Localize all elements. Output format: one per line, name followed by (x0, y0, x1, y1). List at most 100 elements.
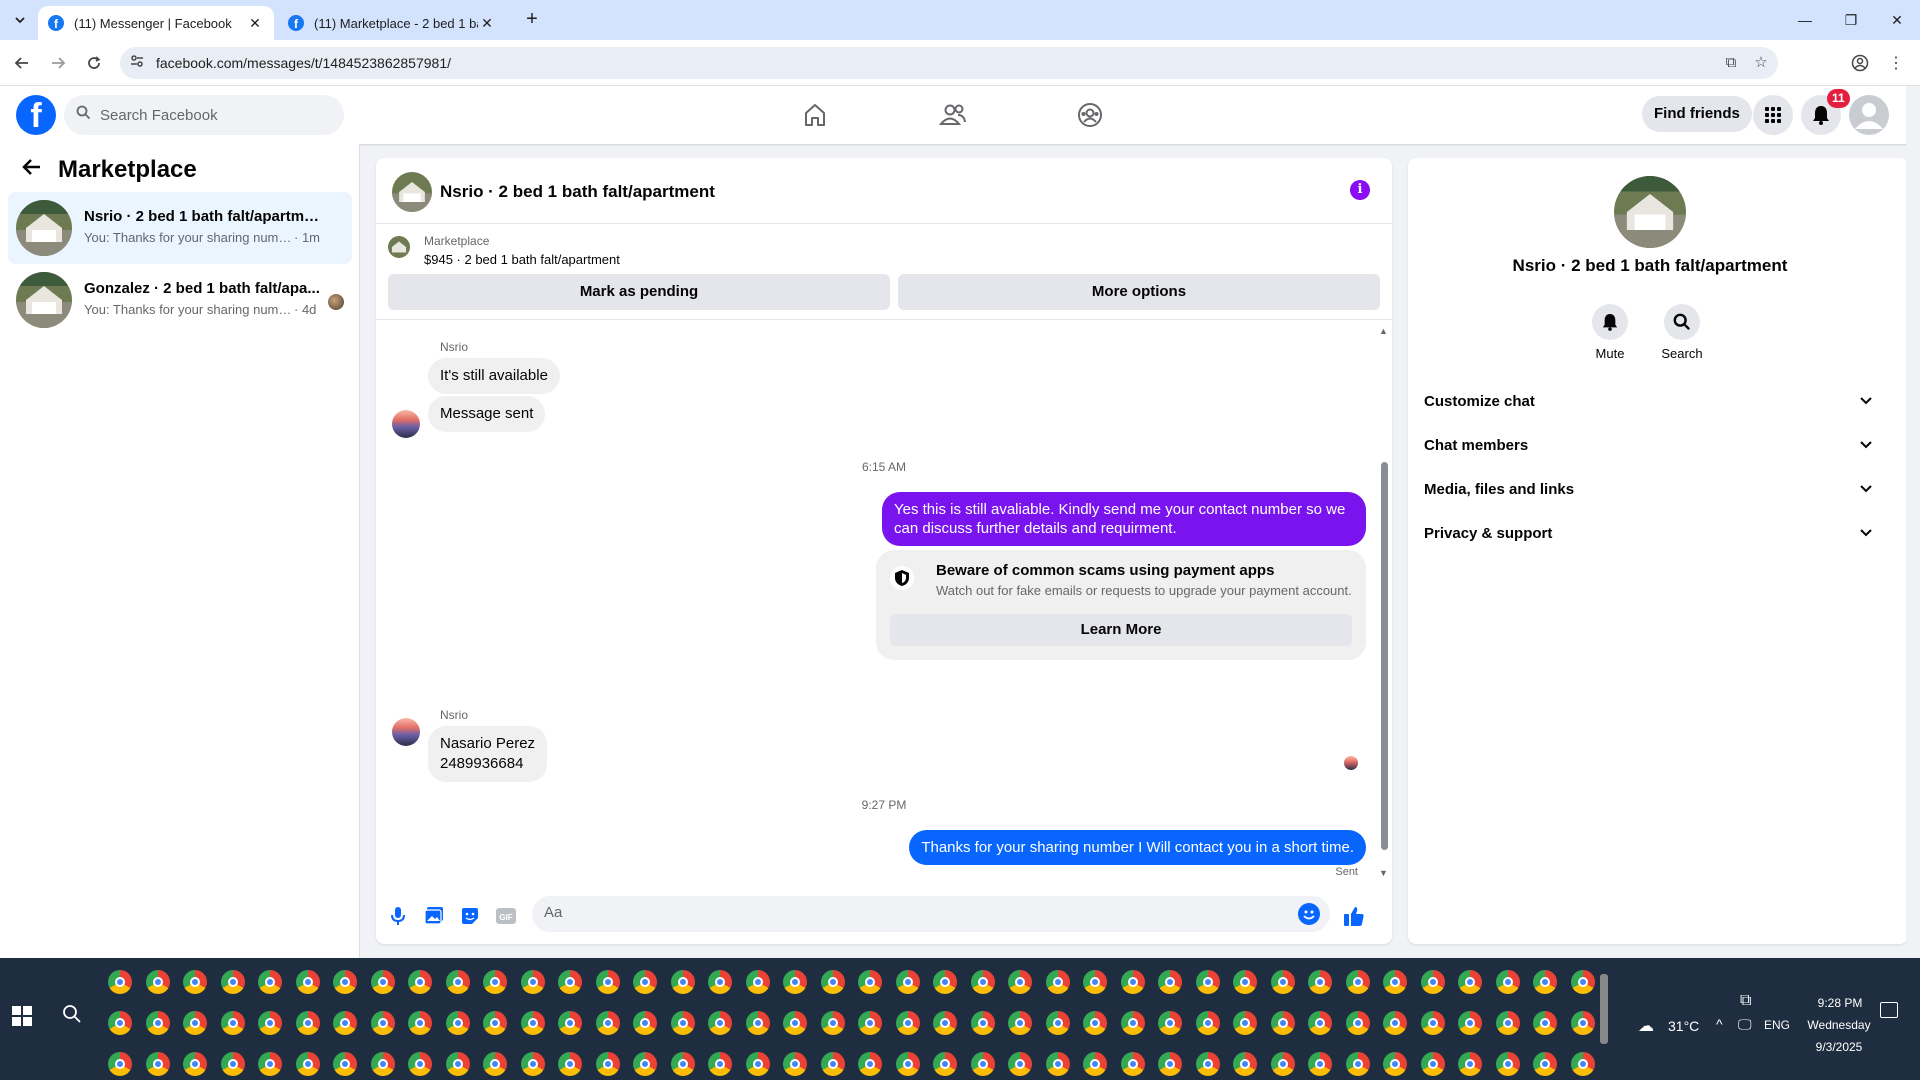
chrome-taskbar-icon[interactable] (708, 1011, 732, 1035)
chrome-taskbar-icon[interactable] (933, 1011, 957, 1035)
url-text[interactable]: facebook.com/messages/t/1484523862857981… (156, 55, 451, 71)
chrome-taskbar-icon[interactable] (483, 1052, 507, 1076)
chrome-taskbar-icon[interactable] (1308, 970, 1332, 994)
show-hidden-icons-chevron-icon[interactable]: ^ (1716, 1016, 1723, 1032)
facebook-logo-icon[interactable]: f (16, 95, 56, 135)
chrome-taskbar-icon[interactable] (970, 1052, 995, 1076)
photo-attach-icon[interactable] (422, 904, 446, 928)
chrome-taskbar-icon[interactable] (970, 1011, 995, 1035)
weather-icon[interactable]: ☁ (1638, 1016, 1654, 1036)
chrome-taskbar-icon[interactable] (1308, 1011, 1332, 1035)
chrome-taskbar-icon[interactable] (783, 1052, 807, 1076)
chrome-taskbar-icon[interactable] (708, 1052, 732, 1076)
customize-chat-section[interactable]: Customize chat (1416, 380, 1884, 424)
mute-button[interactable]: Mute (1580, 304, 1640, 361)
chrome-taskbar-icon[interactable] (258, 1052, 282, 1076)
browser-menu-icon[interactable]: ⋮ (1882, 49, 1910, 77)
chrome-taskbar-icon[interactable] (595, 1011, 620, 1035)
chrome-taskbar-icon[interactable] (1158, 1011, 1182, 1035)
privacy-support-section[interactable]: Privacy & support (1416, 512, 1884, 556)
chrome-taskbar-icon[interactable] (183, 1011, 207, 1035)
outgoing-message[interactable]: Thanks for your sharing number I Will co… (909, 830, 1366, 865)
chrome-taskbar-icon[interactable] (1308, 1052, 1332, 1076)
sticker-icon[interactable] (458, 904, 482, 928)
notification-center-icon[interactable] (1880, 1002, 1898, 1018)
chrome-taskbar-icon[interactable] (1233, 1011, 1257, 1035)
chat-title[interactable]: Nsrio · 2 bed 1 bath falt/apartment (440, 182, 715, 202)
reload-icon[interactable] (80, 49, 108, 77)
chrome-taskbar-icon[interactable] (1158, 970, 1182, 994)
taskbar-search-icon[interactable] (62, 1004, 84, 1026)
chrome-taskbar-icon[interactable] (333, 1052, 357, 1076)
chrome-taskbar-icon[interactable] (858, 1011, 882, 1035)
back-arrow-icon[interactable] (8, 49, 36, 77)
chrome-taskbar-icon[interactable] (520, 1011, 545, 1035)
chrome-taskbar-icon[interactable] (1570, 970, 1595, 994)
listing-description[interactable]: $945 · 2 bed 1 bath falt/apartment (424, 252, 620, 267)
chrome-taskbar-icon[interactable] (1495, 1011, 1520, 1035)
site-info-icon[interactable] (130, 54, 144, 71)
chrome-taskbar-icon[interactable] (933, 970, 957, 994)
chrome-taskbar-icon[interactable] (333, 970, 357, 994)
chrome-taskbar-icon[interactable] (895, 1011, 920, 1035)
chrome-taskbar-icon[interactable] (895, 970, 920, 994)
chrome-taskbar-icon[interactable] (1458, 1052, 1482, 1076)
chrome-taskbar-icon[interactable] (1383, 1011, 1407, 1035)
chrome-taskbar-icon[interactable] (708, 970, 732, 994)
chrome-taskbar-icon[interactable] (1045, 1011, 1070, 1035)
chrome-taskbar-icon[interactable] (745, 1052, 770, 1076)
taskbar-scrollbar[interactable] (1598, 960, 1610, 1078)
chrome-taskbar-icon[interactable] (633, 1052, 657, 1076)
bookmark-star-icon[interactable]: ☆ (1750, 52, 1772, 74)
chrome-taskbar-icon[interactable] (595, 1052, 620, 1076)
conversation-item-gonzalez[interactable]: Gonzalez · 2 bed 1 bath falt/apa... You:… (8, 264, 352, 336)
chrome-taskbar-icon[interactable] (445, 970, 470, 994)
close-tab-icon[interactable]: ✕ (246, 15, 264, 32)
chrome-taskbar-icon[interactable] (108, 1011, 132, 1035)
account-avatar-icon[interactable] (1849, 95, 1889, 135)
chrome-taskbar-icon[interactable] (1345, 970, 1370, 994)
chrome-taskbar-icon[interactable] (220, 1052, 245, 1076)
scroll-down-arrow-icon[interactable]: ▼ (1379, 868, 1388, 878)
chrome-taskbar-icon[interactable] (1083, 1011, 1107, 1035)
outgoing-message[interactable]: Yes this is still avaliable. Kindly send… (882, 492, 1366, 546)
chrome-taskbar-icon[interactable] (1158, 1052, 1182, 1076)
media-files-links-section[interactable]: Media, files and links (1416, 468, 1884, 512)
chrome-taskbar-icon[interactable] (1533, 1052, 1557, 1076)
scroll-up-arrow-icon[interactable]: ▲ (1379, 326, 1388, 336)
chrome-taskbar-icon[interactable] (483, 1011, 507, 1035)
friends-nav-icon[interactable] (898, 90, 1008, 140)
chrome-taskbar-icon[interactable] (1533, 1011, 1557, 1035)
chrome-taskbar-icon[interactable] (1570, 1011, 1595, 1035)
chrome-taskbar-icon[interactable] (1270, 1052, 1295, 1076)
find-friends-button[interactable]: Find friends (1642, 96, 1752, 132)
taskbar-scroll-thumb[interactable] (1600, 974, 1608, 1044)
chrome-taskbar-icon[interactable] (295, 1052, 320, 1076)
chrome-taskbar-icon[interactable] (370, 970, 395, 994)
chrome-taskbar-icon[interactable] (633, 970, 657, 994)
chrome-taskbar-icon[interactable] (1383, 970, 1407, 994)
chrome-taskbar-icon[interactable] (1345, 1052, 1370, 1076)
chrome-taskbar-icon[interactable] (670, 1052, 695, 1076)
chrome-taskbar-icon[interactable] (745, 1011, 770, 1035)
install-app-icon[interactable]: ⧉ (1720, 52, 1742, 74)
clock-date[interactable]: 9/3/2025 (1806, 1040, 1872, 1054)
chrome-taskbar-icon[interactable] (595, 970, 620, 994)
chrome-taskbar-icon[interactable] (1120, 1052, 1145, 1076)
incoming-message-contact[interactable]: Nasario Perez 2489936684 (428, 726, 548, 782)
chrome-taskbar-icon[interactable] (145, 1052, 170, 1076)
chrome-taskbar-icon[interactable] (820, 970, 845, 994)
sender-avatar[interactable] (392, 410, 420, 438)
chrome-taskbar-icon[interactable] (1533, 970, 1557, 994)
chrome-taskbar-icon[interactable] (858, 970, 882, 994)
gif-icon[interactable]: GIF (494, 904, 518, 928)
chrome-taskbar-icon[interactable] (970, 970, 995, 994)
weather-temperature[interactable]: 31°C (1668, 1018, 1699, 1034)
chrome-taskbar-icon[interactable] (145, 970, 170, 994)
chrome-taskbar-icon[interactable] (258, 1011, 282, 1035)
chrome-taskbar-icon[interactable] (408, 1011, 432, 1035)
chrome-taskbar-icon[interactable] (670, 1011, 695, 1035)
chrome-taskbar-icon[interactable] (558, 1052, 582, 1076)
tab-search-chevron-icon[interactable] (8, 8, 32, 32)
chrome-taskbar-icon[interactable] (1570, 1052, 1595, 1076)
